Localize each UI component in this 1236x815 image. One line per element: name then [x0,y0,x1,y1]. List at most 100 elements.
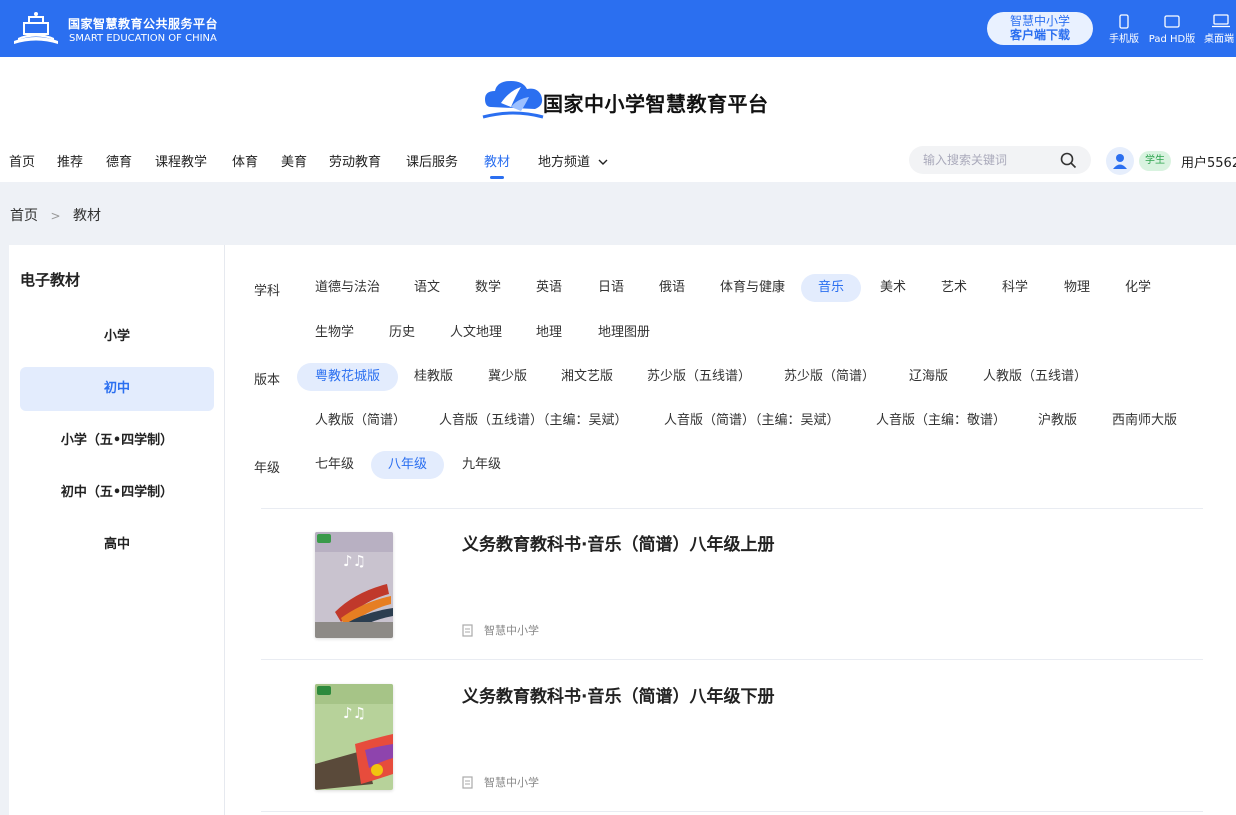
subject-chip[interactable]: 物理 [1050,274,1104,302]
top-bar: 国家智慧教育公共服务平台 SMART EDUCATION OF CHINA 智慧… [0,0,1236,57]
subject-chip[interactable]: 生物学 [301,319,368,347]
music-cover-image-2: ♪♫ [315,684,393,790]
breadcrumb-home[interactable]: 首页 [10,208,38,224]
platform-logo-icon [14,12,58,44]
subject-chip[interactable]: 地理图册 [584,319,664,347]
subject-chip[interactable]: 英语 [522,274,576,302]
grade-chip[interactable]: 九年级 [448,451,515,479]
subject-filter-label: 学科 [254,284,281,299]
svg-text:♪♫: ♪♫ [343,704,366,722]
subject-chip[interactable]: 俄语 [645,274,699,302]
subject-chip[interactable]: 道德与法治 [301,274,394,302]
edition-chip[interactable]: 人音版（五线谱）（主编：吴斌） [425,407,642,435]
brand-name-en: SMART EDUCATION OF CHINA [69,33,217,44]
textbook-card[interactable]: ♪♫ 义务教育教科书·音乐（简谱）八年级上册 智慧中小学 [261,508,1203,658]
edition-chip[interactable]: 人音版（主编：敬谱） [862,407,1020,435]
device-label: 手机版 [1109,34,1139,45]
nav-moral[interactable]: 德育 [106,151,132,170]
edition-chip[interactable]: 湘文艺版 [547,363,627,391]
device-label: Pad HD版 [1148,34,1196,45]
edition-chip[interactable]: 冀少版 [474,363,541,391]
desktop-icon [1212,14,1230,28]
divider [261,811,1203,812]
textbook-category-sidebar: 电子教材 小学 初中 小学（五•四学制） 初中（五•四学制） 高中 [9,245,225,815]
subject-chip[interactable]: 艺术 [927,274,981,302]
subject-chip[interactable]: 科学 [988,274,1042,302]
subject-chip[interactable]: 语文 [400,274,454,302]
site-header: 国家中小学智慧教育平台 首页 推荐 德育 课程教学 体育 美育 劳动教育 课后服… [0,57,1236,182]
nav-home[interactable]: 首页 [9,151,35,170]
subject-chip-active[interactable]: 音乐 [801,274,862,302]
book-source-label: 智慧中小学 [484,776,539,789]
edition-chip[interactable]: 桂教版 [400,363,467,391]
site-logo-icon [482,81,544,119]
breadcrumb: 首页 > 教材 [10,205,101,225]
sidebar-item-junior[interactable]: 初中 [20,367,214,411]
textbook-card[interactable]: ♪♫ 义务教育教科书·音乐（简谱）八年级下册 智慧中小学 [261,660,1203,810]
nav-textbooks[interactable]: 教材 [484,151,510,179]
book-title[interactable]: 义务教育教科书·音乐（简谱）八年级上册 [462,530,774,555]
client-download-button[interactable]: 智慧中小学 客户端下载 [987,12,1093,45]
book-title[interactable]: 义务教育教科书·音乐（简谱）八年级下册 [462,682,774,707]
role-badge: 学生 [1139,151,1171,171]
edition-chip[interactable]: 人音版（简谱）（主编：吴斌） [650,407,854,435]
grade-chip-active[interactable]: 八年级 [371,451,445,479]
sidebar-item-primary-54[interactable]: 小学（五•四学制） [20,419,214,463]
tablet-icon [1164,14,1180,28]
search-input[interactable] [923,151,1053,169]
subject-chip[interactable]: 历史 [375,319,429,347]
chevron-down-icon [598,159,608,165]
grade-chip[interactable]: 七年级 [301,451,368,479]
nav-recommend[interactable]: 推荐 [57,151,83,170]
edition-filter-label: 版本 [254,373,281,388]
brand-name-cn: 国家智慧教育公共服务平台 [68,17,219,31]
music-cover-image-1: ♪♫ [315,532,393,638]
nav-labor[interactable]: 劳动教育 [329,151,381,170]
device-desktop-link[interactable]: 桌面端 [1194,12,1236,45]
book-source: 智慧中小学 [462,622,539,638]
subject-chip[interactable]: 体育与健康 [706,274,799,302]
device-pad-link[interactable]: Pad HD版 [1146,12,1198,45]
nav-local-channel[interactable]: 地方频道 [538,151,608,170]
book-source: 智慧中小学 [462,774,539,790]
document-icon [462,775,473,789]
nav-afterschool[interactable]: 课后服务 [406,151,458,170]
document-icon [462,623,473,637]
subject-chip[interactable]: 人文地理 [436,319,516,347]
nav-local-label: 地方频道 [538,155,591,170]
device-phone-link[interactable]: 手机版 [1098,12,1150,45]
sidebar-title: 电子教材 [20,271,81,289]
subject-chip[interactable]: 日语 [584,274,638,302]
edition-chip[interactable]: 人教版（五线谱） [969,363,1101,391]
edition-chip[interactable]: 苏少版（五线谱） [633,363,765,391]
edition-chip[interactable]: 辽海版 [895,363,962,391]
avatar[interactable] [1106,147,1134,175]
search-icon[interactable] [1060,152,1077,169]
subject-chip[interactable]: 数学 [461,274,515,302]
device-label: 桌面端 [1204,34,1234,45]
edition-chip-active[interactable]: 粤教花城版 [297,363,399,391]
download-label-line1: 智慧中小学 [1009,14,1070,28]
edition-chip[interactable]: 西南师大版 [1098,407,1191,435]
edition-chip[interactable]: 苏少版（简谱） [770,363,889,391]
sidebar-item-primary[interactable]: 小学 [20,315,214,359]
subject-chip[interactable]: 美术 [866,274,920,302]
nav-sports[interactable]: 体育 [232,151,258,170]
download-label-line2: 客户端下载 [1009,28,1070,42]
nav-courses[interactable]: 课程教学 [155,151,207,170]
breadcrumb-current: 教材 [72,208,101,224]
book-cover[interactable]: ♪♫ [315,684,393,790]
book-source-label: 智慧中小学 [484,624,539,637]
book-cover[interactable]: ♪♫ [315,532,393,638]
user-icon [1113,153,1127,169]
sidebar-item-junior-54[interactable]: 初中（五•四学制） [20,471,214,515]
subject-chip[interactable]: 化学 [1111,274,1165,302]
grade-filter-label: 年级 [254,461,281,476]
edition-chip[interactable]: 沪教版 [1024,407,1091,435]
breadcrumb-separator: > [50,209,61,223]
edition-chip[interactable]: 人教版（简谱） [301,407,420,435]
nav-arts[interactable]: 美育 [281,151,307,170]
subject-chip[interactable]: 地理 [522,319,576,347]
sidebar-item-senior[interactable]: 高中 [20,523,214,567]
username[interactable]: 用户5562 [1181,152,1236,171]
